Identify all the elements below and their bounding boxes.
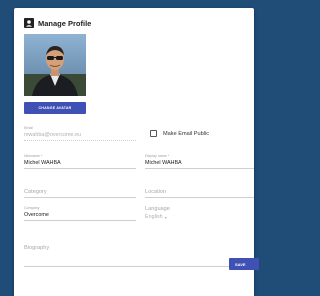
change-avatar-button[interactable]: CHANGE AVATAR [24,102,86,114]
biography-underline [24,266,254,267]
make-email-public-checkbox[interactable] [150,130,157,137]
make-email-public-row[interactable]: Make Email Public [150,130,209,137]
email-underline [24,140,136,141]
nickname-input[interactable]: Michel WAHBA [24,159,136,167]
location-underline [145,197,254,198]
category-underline [24,197,136,198]
chevron-down-icon[interactable]: ▾ [165,215,167,220]
display-name-input[interactable]: Michel WAHBA [145,159,254,167]
language-value[interactable]: English [145,213,163,221]
email-field: Email mwahba@overcome.eu [24,126,136,141]
display-name-underline [145,168,254,169]
nickname-field[interactable]: Nickname * Michel WAHBA [24,154,136,169]
nickname-underline [24,168,136,169]
company-field[interactable]: Company Overcome [24,206,136,221]
company-underline [24,220,136,221]
email-value: mwahba@overcome.eu [24,132,82,138]
page-title: Manage Profile [38,18,92,28]
header: Manage Profile [24,18,91,28]
language-field[interactable]: Language English ▾ [145,205,205,221]
location-field[interactable]: Location [145,188,254,198]
category-input[interactable]: Category [24,188,136,196]
profile-card: Manage Profile CHANGE AVATAR Email mwahb… [14,8,259,296]
company-input[interactable]: Overcome [24,211,136,219]
avatar-photo [24,34,86,96]
make-email-public-label[interactable]: Make Email Public [163,131,209,137]
language-label: Language [145,206,170,212]
save-button[interactable]: SAVE [229,258,259,270]
avatar [24,34,86,96]
biography-field[interactable]: Biography [24,244,254,267]
location-input[interactable]: Location [145,188,254,196]
category-field[interactable]: Category [24,188,136,198]
biography-input[interactable]: Biography [24,244,254,252]
language-select[interactable]: English ▾ [145,213,205,221]
account-box-icon [24,18,34,28]
display-name-field[interactable]: Display name * Michel WAHBA [145,154,254,169]
